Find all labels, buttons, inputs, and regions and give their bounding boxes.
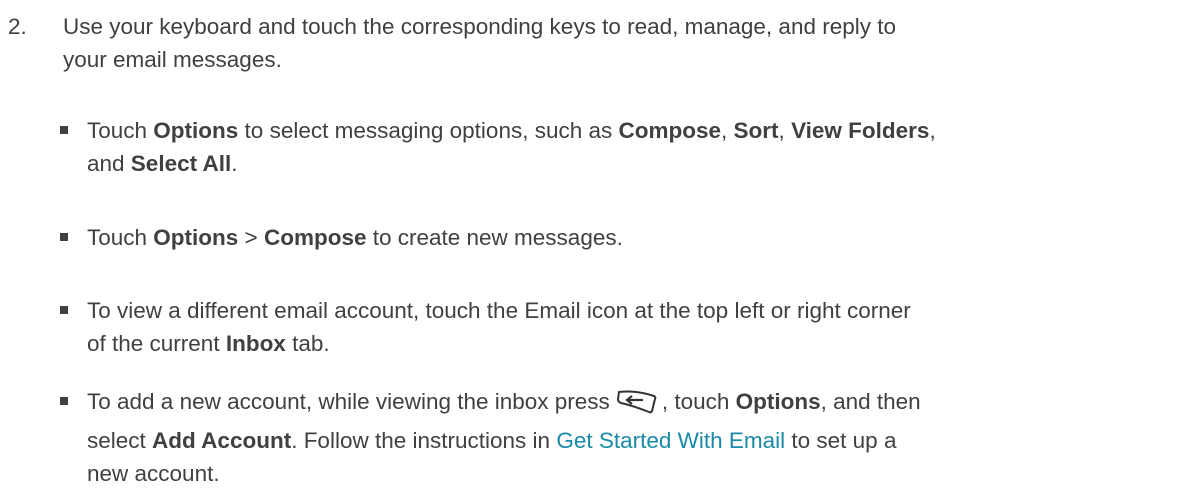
back-key-icon xyxy=(616,389,658,424)
bullet-line: select Add Account. Follow the instructi… xyxy=(87,424,1187,457)
bold-term: Add Account xyxy=(152,428,292,453)
bullet-marker xyxy=(60,397,68,405)
text: to set up a xyxy=(785,428,897,453)
text: . xyxy=(231,151,238,176)
get-started-link[interactable]: Get Started With Email xyxy=(556,428,785,453)
bullet-line: Touch Options > Compose to create new me… xyxy=(87,221,1187,254)
step-text: Use your keyboard and touch the correspo… xyxy=(63,10,1163,76)
bullet-marker xyxy=(60,306,68,314)
bullet-text: Touch Options > Compose to create new me… xyxy=(87,221,1187,254)
bold-term: Compose xyxy=(263,225,367,250)
text: > xyxy=(238,225,264,250)
text: To add a new account, while viewing the … xyxy=(87,389,610,414)
bullet-text: Touch Options to select messaging option… xyxy=(87,114,1187,180)
bold-term: Inbox xyxy=(225,331,286,356)
bullet-line: of the current Inbox tab. xyxy=(87,327,1187,360)
text: , xyxy=(778,118,792,143)
text: , and then xyxy=(820,389,921,414)
step-line-1: Use your keyboard and touch the correspo… xyxy=(63,14,897,39)
bold-term: Options xyxy=(735,389,821,414)
bullet-line: To add a new account, while viewing the … xyxy=(87,385,1187,424)
text: to create new messages. xyxy=(366,225,623,250)
bullet-line: new account. xyxy=(87,461,220,486)
bold-term: Select All xyxy=(130,151,232,176)
text: and xyxy=(87,151,131,176)
text: to select messaging options, such as xyxy=(238,118,619,143)
text: , touch xyxy=(661,389,736,414)
bullet-marker xyxy=(60,233,68,241)
bullet-marker xyxy=(60,126,68,134)
bullet-text: To add a new account, while viewing the … xyxy=(87,385,1187,490)
bullet-line: Touch Options to select messaging option… xyxy=(87,114,1187,147)
text: tab. xyxy=(285,331,330,356)
bullet-line: and Select All. xyxy=(87,147,1187,180)
bold-term: Sort xyxy=(733,118,779,143)
bullet-text: To view a different email account, touch… xyxy=(87,294,1187,360)
bold-term: Options xyxy=(153,225,239,250)
bold-term: Compose xyxy=(618,118,722,143)
text: , xyxy=(929,118,936,143)
step-number: 2. xyxy=(8,14,27,39)
text: select xyxy=(87,428,153,453)
text: , xyxy=(721,118,734,143)
step-line-2: your email messages. xyxy=(63,47,282,72)
bold-term: View Folders xyxy=(791,118,930,143)
text: Touch xyxy=(87,118,154,143)
text: Touch xyxy=(87,225,154,250)
text: . Follow the instructions in xyxy=(291,428,557,453)
text: of the current xyxy=(87,331,226,356)
bold-term: Options xyxy=(153,118,239,143)
bullet-line: To view a different email account, touch… xyxy=(87,298,911,323)
